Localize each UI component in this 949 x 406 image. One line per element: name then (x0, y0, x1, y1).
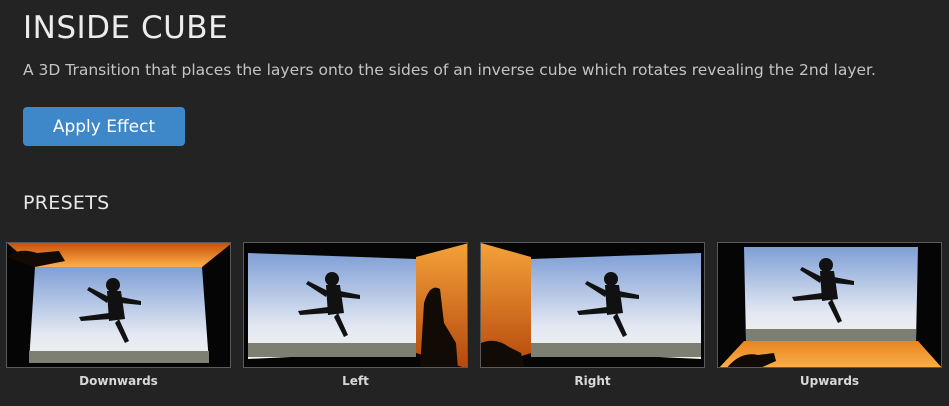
apply-effect-button[interactable]: Apply Effect (23, 107, 185, 146)
preset-label: Left (342, 374, 369, 388)
preset-thumbnail-upwards[interactable] (717, 242, 942, 368)
preset-label: Right (574, 374, 611, 388)
preset-downwards[interactable]: Downwards (6, 242, 231, 388)
preset-left[interactable]: Left (243, 242, 468, 388)
effect-title: INSIDE CUBE (23, 10, 229, 46)
preset-thumbnail-right[interactable] (480, 242, 705, 368)
preset-right[interactable]: Right (480, 242, 705, 388)
preset-label: Upwards (799, 374, 860, 388)
preset-thumbnail-downwards[interactable] (6, 242, 231, 368)
preset-label: Downwards (79, 374, 158, 388)
preset-thumbnail-left[interactable] (243, 242, 468, 368)
presets-heading: PRESETS (23, 192, 110, 214)
preset-upwards[interactable]: Upwards (717, 242, 942, 388)
effect-description: A 3D Transition that places the layers o… (23, 61, 876, 79)
